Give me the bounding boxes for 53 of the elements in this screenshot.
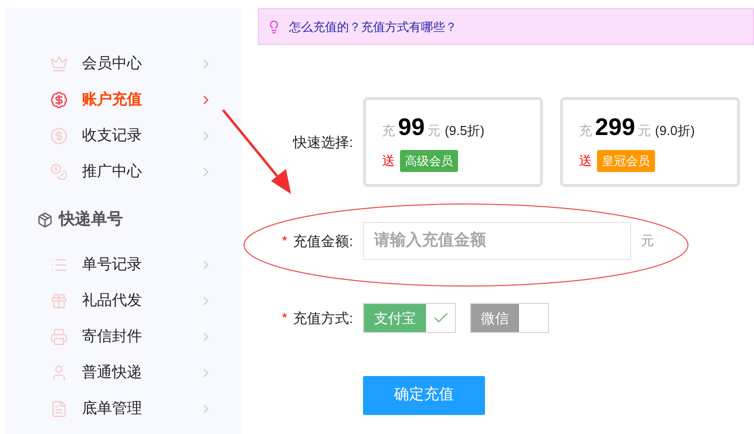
item-label: 寄信封件 [82, 326, 143, 347]
discount: (9.5折) [444, 122, 484, 140]
sidebar-item[interactable]: 会员中心 [5, 46, 241, 82]
required-mark: * [282, 309, 288, 328]
unit-label: 元 [641, 232, 654, 250]
item-label: 礼品代发 [82, 290, 143, 311]
item-label: 收支记录 [82, 126, 143, 146]
unit-label: 元 [638, 122, 652, 140]
membership-badge: 皇冠会员 [597, 150, 655, 172]
person-icon [50, 364, 68, 382]
coin-icon [50, 91, 68, 109]
lightbulb-icon [267, 20, 281, 34]
sidebar-item[interactable]: 收支记录 [5, 118, 241, 154]
recharge-option-card[interactable]: 充 99 元 (9.5折) 送 高级会员 [363, 97, 543, 187]
payment-method-label: 微信 [471, 304, 519, 332]
coin-icon [50, 127, 68, 145]
prefix-label: 充 [579, 122, 592, 140]
amount: 99 [398, 113, 425, 143]
gift-prefix: 送 [579, 152, 592, 170]
item-label: 账户充值 [82, 90, 143, 110]
membership-badge: 高级会员 [400, 150, 458, 172]
item-label: 底单管理 [82, 398, 143, 419]
field-label: 充值方式: [293, 308, 353, 328]
field-label: 充值金额: [293, 232, 353, 250]
list-icon [50, 256, 68, 274]
required-mark: * [282, 232, 288, 250]
payment-method-label: 支付宝 [364, 304, 426, 332]
section-heading: 快递单号 [59, 209, 123, 230]
amount-input[interactable]: 请输入充值金额 [363, 222, 631, 260]
help-link[interactable]: 怎么充值的？充值方式有哪些？ [289, 18, 457, 36]
printer-icon [50, 328, 68, 346]
prefix-label: 充 [382, 122, 395, 140]
item-label: 普通快递 [82, 362, 143, 383]
item-label: 会员中心 [82, 54, 143, 74]
sidebar-item[interactable]: 礼品代发 [5, 283, 241, 319]
recharge-option-card[interactable]: 充 299 元 (9.0折) 送 皇冠会员 [560, 97, 740, 187]
amount: 299 [595, 113, 636, 143]
field-label: 快速选择: [292, 132, 354, 152]
gift-icon [50, 292, 68, 310]
sidebar-item[interactable]: 推广中心 [5, 154, 241, 190]
discount: (9.0折) [655, 122, 695, 140]
item-label: 单号记录 [82, 254, 143, 275]
sidebar-item[interactable]: 单号记录 [5, 247, 241, 283]
gift-prefix: 送 [382, 152, 395, 170]
document-icon [50, 400, 68, 418]
unit-label: 元 [428, 122, 441, 140]
coins-icon [50, 163, 68, 181]
sidebar-item[interactable]: 底单管理 [5, 391, 241, 427]
crown-icon [50, 55, 68, 73]
item-label: 推广中心 [82, 162, 143, 182]
box-icon [37, 212, 53, 228]
sidebar-item[interactable]: 普通快递 [5, 355, 241, 391]
sidebar-item[interactable]: 寄信封件 [5, 319, 241, 355]
